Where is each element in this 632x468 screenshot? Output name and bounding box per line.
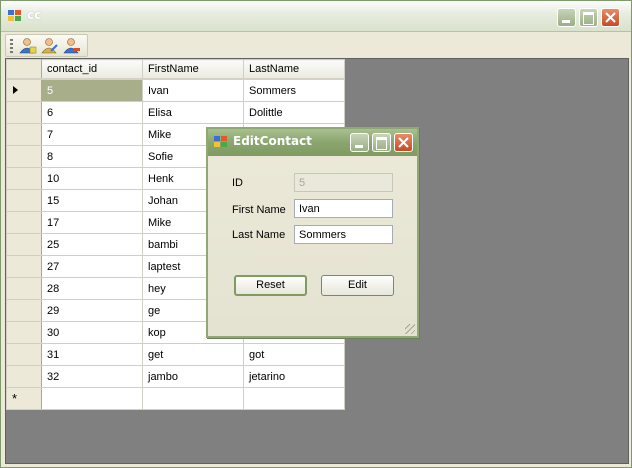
cell-lastname[interactable]: Sommers [243,78,345,102]
maximize-button[interactable] [579,8,598,27]
dialog-title: EditContact [233,134,312,148]
cell-firstname[interactable]: Ivan [142,78,244,102]
cell-contact-id[interactable]: 31 [41,343,143,366]
cell-firstname[interactable]: jambo [142,365,244,388]
cell-lastname[interactable]: got [243,343,345,366]
row-header[interactable] [6,123,42,146]
cell-lastname[interactable]: Dolittle [243,101,345,124]
cell-contact-id[interactable]: 25 [41,233,143,256]
column-header-lastname[interactable]: LastName [243,59,345,80]
table-row[interactable]: 31 get got [6,343,345,366]
reset-button[interactable]: Reset [234,275,307,296]
row-header[interactable] [6,343,42,366]
edit-contact-dialog: EditContact ID First Name Last Name Rese… [206,127,419,338]
minimize-icon [355,145,363,148]
users-edit-icon [41,38,58,54]
toolbar [5,34,88,57]
users-remove-icon [63,38,80,54]
edit-button[interactable]: Edit [321,275,394,296]
new-row-cell[interactable] [41,387,143,410]
cell-contact-id[interactable]: 8 [41,145,143,168]
table-row[interactable]: 32 jambo jetarino [6,365,345,388]
corner-header[interactable] [6,59,42,80]
header-row: contact_id FirstName LastName [6,59,345,80]
cell-firstname[interactable]: Elisa [142,101,244,124]
row-header[interactable] [6,145,42,168]
cell-contact-id[interactable]: 17 [41,211,143,234]
close-button[interactable] [601,8,620,27]
toolbar-button-add-contact[interactable] [17,37,37,55]
resize-grip[interactable] [405,324,415,334]
id-label: ID [232,177,243,189]
table-row[interactable]: 6 Elisa Dolittle [6,101,345,124]
cell-lastname[interactable]: jetarino [243,365,345,388]
column-header-contact-id[interactable]: contact_id [41,59,143,80]
row-header[interactable]: * [6,387,42,410]
column-header-firstname[interactable]: FirstName [142,59,244,80]
minimize-button[interactable] [557,8,576,27]
close-icon [605,12,616,23]
maximize-icon [583,12,594,25]
cell-contact-id[interactable]: 6 [41,101,143,124]
row-header[interactable] [6,365,42,388]
cell-contact-id[interactable]: 5 [41,78,143,102]
last-name-field[interactable] [294,225,393,244]
cell-firstname[interactable]: get [142,343,244,366]
maximize-icon [376,137,387,150]
close-icon [398,137,409,148]
row-header[interactable] [6,78,42,102]
new-row[interactable]: * [6,387,345,410]
new-row-cell[interactable] [142,387,244,410]
cell-contact-id[interactable]: 10 [41,167,143,190]
row-header[interactable] [6,211,42,234]
new-row-asterisk-icon: * [12,391,18,406]
row-header[interactable] [6,101,42,124]
cell-contact-id[interactable]: 29 [41,299,143,322]
title-bar[interactable]: cc [1,1,631,32]
app-icon [8,10,21,21]
row-header[interactable] [6,277,42,300]
cell-contact-id[interactable]: 28 [41,277,143,300]
minimize-icon [562,20,570,23]
toolbar-button-delete-contact[interactable] [61,37,81,55]
row-header[interactable] [6,233,42,256]
row-header[interactable] [6,321,42,344]
row-header[interactable] [6,299,42,322]
cell-contact-id[interactable]: 32 [41,365,143,388]
row-header[interactable] [6,189,42,212]
row-header[interactable] [6,255,42,278]
cell-contact-id[interactable]: 7 [41,123,143,146]
id-field [294,173,393,192]
toolbar-grip[interactable] [10,39,13,53]
first-name-label: First Name [232,204,286,216]
cell-contact-id[interactable]: 30 [41,321,143,344]
dialog-maximize-button[interactable] [372,133,391,152]
users-icon [19,38,37,54]
toolbar-button-edit-contact[interactable] [39,37,59,55]
window-title: cc [27,8,42,22]
current-row-arrow-icon [13,86,18,94]
dialog-title-bar[interactable]: EditContact [208,129,417,156]
first-name-field[interactable] [294,199,393,218]
new-row-cell[interactable] [243,387,345,410]
dialog-minimize-button[interactable] [350,133,369,152]
last-name-label: Last Name [232,229,286,241]
dialog-close-button[interactable] [394,133,413,152]
app-icon [214,136,227,147]
row-header[interactable] [6,167,42,190]
cell-contact-id[interactable]: 15 [41,189,143,212]
cell-contact-id[interactable]: 27 [41,255,143,278]
table-row[interactable]: 5 Ivan Sommers [6,78,345,102]
